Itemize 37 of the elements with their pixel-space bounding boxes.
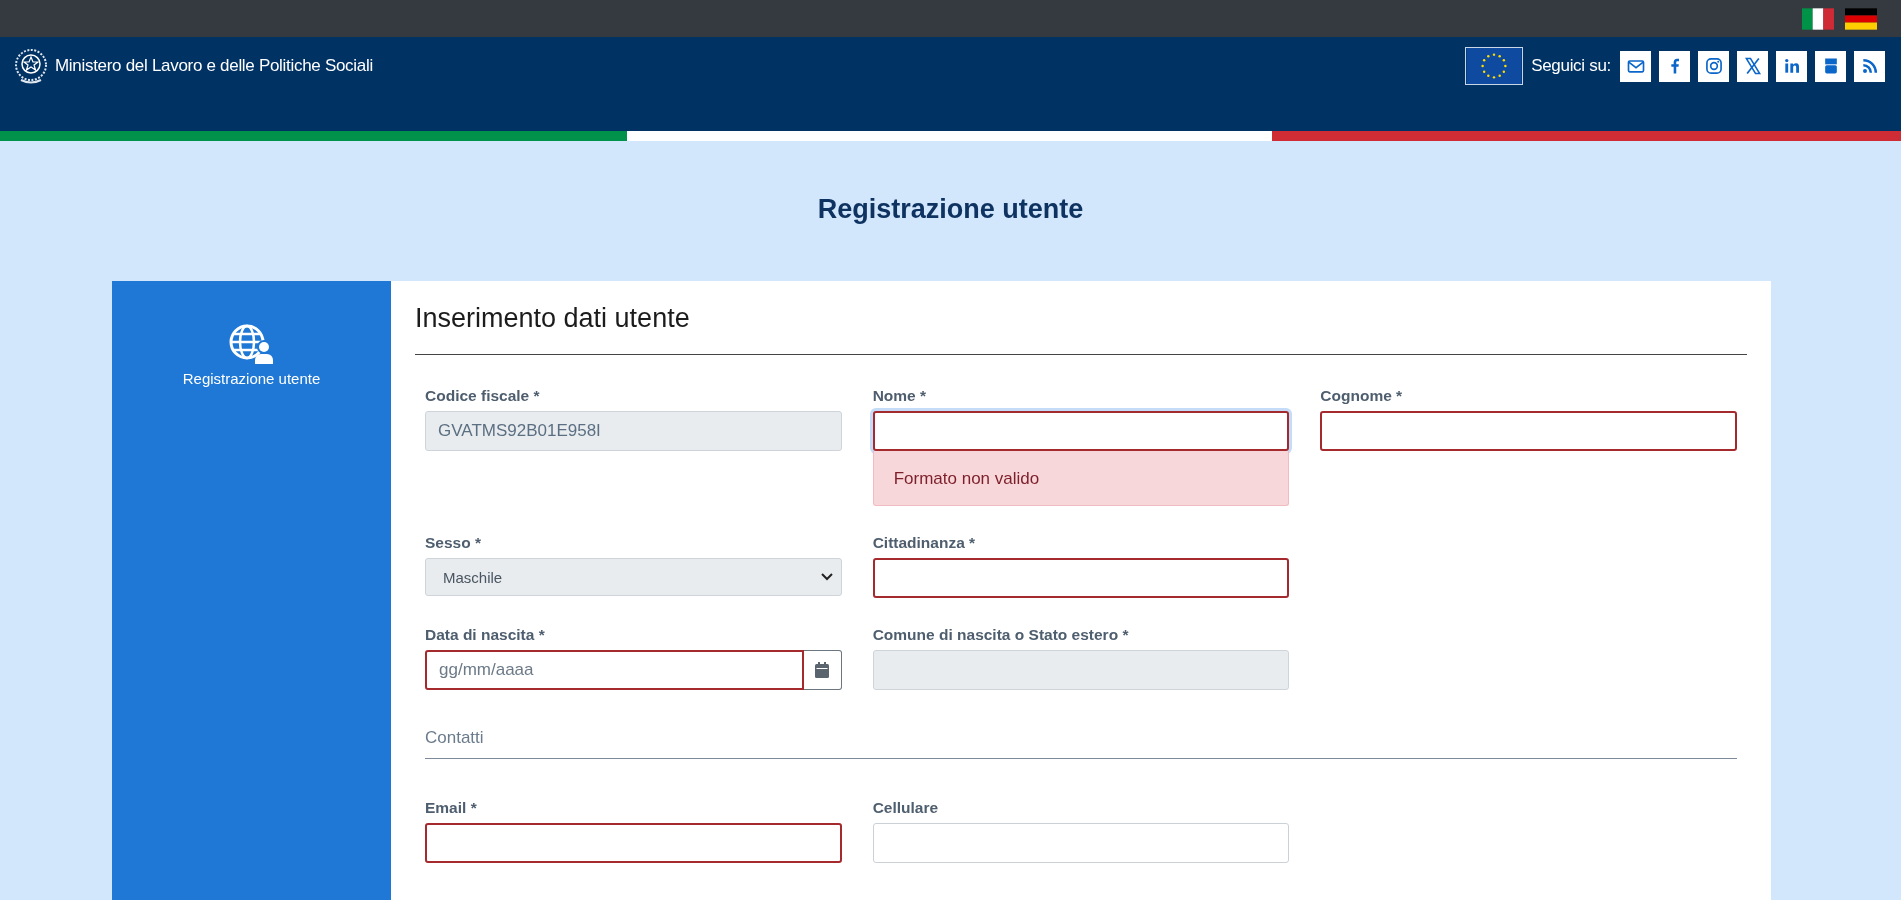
ministry-title[interactable]: Ministero del Lavoro e delle Politiche Sociali	[55, 56, 373, 76]
text-field[interactable]	[872, 411, 1290, 451]
facebook-button[interactable]	[1659, 50, 1690, 82]
field-label: Cognome *	[1320, 387, 1404, 405]
emblem-icon	[13, 47, 49, 85]
date-field[interactable]: gg/mm/aaaa	[425, 650, 804, 690]
field-label: Email *	[425, 799, 478, 817]
italian-flag-icon[interactable]	[1802, 7, 1834, 30]
text-field[interactable]	[872, 558, 1290, 598]
calendar-icon	[815, 662, 830, 678]
group-title: Contatti	[425, 690, 1737, 759]
linkedin-button[interactable]	[1776, 50, 1807, 82]
follow-label: Seguici su:	[1531, 56, 1611, 76]
eu-flag-icon	[1465, 47, 1524, 85]
x-button[interactable]	[1737, 50, 1768, 82]
page-title: Registrazione utente	[816, 193, 1085, 226]
field-label: Data di nascita *	[425, 626, 546, 644]
field-label: Comune di nascita o Stato estero *	[872, 626, 1130, 644]
text-field[interactable]	[425, 823, 842, 863]
field-label: Sesso *	[425, 534, 482, 552]
x-icon	[1742, 56, 1763, 76]
mail-button[interactable]	[1620, 50, 1651, 82]
field-label: Cellulare	[872, 799, 940, 817]
section-heading: Inserimento dati utente	[415, 303, 1747, 355]
rss-button[interactable]	[1854, 50, 1885, 82]
youtube-button[interactable]	[1815, 50, 1846, 82]
chevron-down-icon	[820, 573, 833, 581]
error-message: Formato non valido	[872, 451, 1290, 506]
german-flag-icon[interactable]	[1845, 7, 1877, 30]
field-label: Cittadinanza *	[872, 534, 977, 552]
field-label: Codice fiscale *	[425, 387, 541, 405]
text-field[interactable]	[1320, 411, 1737, 451]
calendar-button[interactable]	[803, 650, 842, 690]
instagram-button[interactable]	[1698, 50, 1729, 82]
instagram-icon	[1703, 56, 1724, 76]
field-label: Nome *	[872, 387, 928, 405]
sidebar-item[interactable]: Registrazione utente	[182, 322, 321, 387]
